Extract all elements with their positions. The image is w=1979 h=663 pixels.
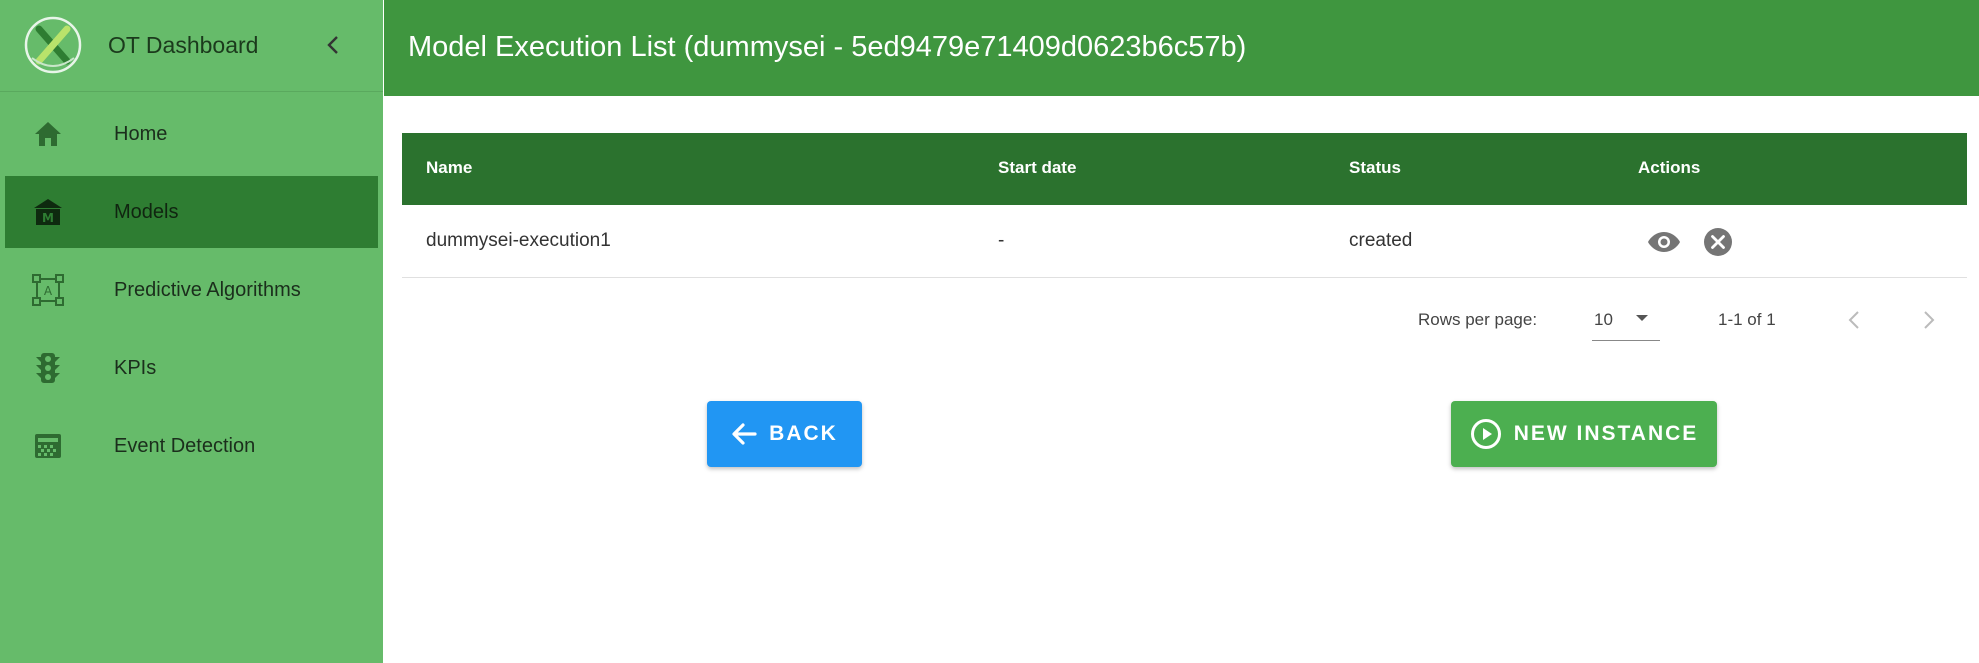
sidebar: OT Dashboard Home M Models A Predictive … — [0, 0, 383, 663]
home-icon — [31, 117, 65, 151]
traffic-light-icon — [31, 351, 65, 385]
previous-page-icon[interactable] — [1838, 304, 1870, 336]
page-title: Model Execution List (dummysei - 5ed9479… — [408, 31, 1247, 63]
column-header-actions: Actions — [1638, 158, 1701, 177]
view-icon[interactable] — [1647, 225, 1681, 259]
cell-start-date: - — [998, 230, 1005, 251]
sidebar-item-models[interactable]: M Models — [5, 176, 378, 248]
sidebar-header: OT Dashboard — [0, 0, 383, 92]
algorithm-icon: A — [31, 273, 65, 307]
rows-per-page-label: Rows per page: — [1418, 310, 1538, 329]
back-button-label: BACK — [769, 422, 838, 445]
back-button[interactable]: BACK — [707, 401, 862, 467]
table-header: Name Start date Status Actions — [402, 133, 1967, 205]
sidebar-item-label: Home — [114, 122, 168, 145]
sidebar-item-label: Models — [114, 200, 179, 223]
models-icon: M — [31, 195, 65, 229]
rows-per-page-value: 10 — [1594, 310, 1613, 329]
sidebar-item-label: Predictive Algorithms — [114, 278, 301, 301]
delete-icon[interactable] — [1701, 225, 1735, 259]
sidebar-nav: Home M Models A Predictive Algorithms KP… — [0, 98, 383, 488]
sidebar-item-predictive-algorithms[interactable]: A Predictive Algorithms — [5, 254, 378, 326]
cell-name: dummysei-execution1 — [426, 230, 611, 251]
sidebar-item-kpis[interactable]: KPIs — [5, 332, 378, 404]
event-detection-icon — [31, 429, 65, 463]
new-instance-button[interactable]: NEW INSTANCE — [1451, 401, 1717, 467]
caret-down-icon — [1634, 310, 1650, 331]
column-header-status[interactable]: Status — [1349, 158, 1401, 178]
svg-text:A: A — [44, 284, 53, 298]
table-pagination: Rows per page: 10 1-1 of 1 — [402, 300, 1967, 344]
column-header-start-date[interactable]: Start date — [998, 158, 1076, 178]
arrow-left-icon — [731, 422, 757, 446]
play-circle-icon — [1470, 418, 1502, 450]
chevron-left-icon[interactable] — [318, 30, 348, 60]
top-app-bar: Model Execution List (dummysei - 5ed9479… — [384, 0, 1979, 96]
new-instance-button-label: NEW INSTANCE — [1513, 422, 1699, 445]
app-title: OT Dashboard — [108, 32, 259, 58]
column-header-name[interactable]: Name — [426, 158, 472, 178]
sidebar-item-label: Event Detection — [114, 434, 256, 457]
execution-table: Name Start date Status Actions dummysei-… — [402, 133, 1967, 278]
sidebar-item-home[interactable]: Home — [5, 98, 378, 170]
table-row: dummysei-execution1 - created — [402, 205, 1967, 278]
sidebar-item-event-detection[interactable]: Event Detection — [5, 410, 378, 482]
page-range: 1-1 of 1 — [1718, 310, 1776, 329]
next-page-icon[interactable] — [1913, 304, 1945, 336]
sidebar-item-label: KPIs — [114, 356, 157, 379]
svg-text:M: M — [42, 211, 54, 225]
cell-status: created — [1349, 230, 1413, 251]
x-logo-icon — [22, 14, 84, 76]
rows-per-page-select[interactable]: 10 — [1592, 302, 1660, 341]
